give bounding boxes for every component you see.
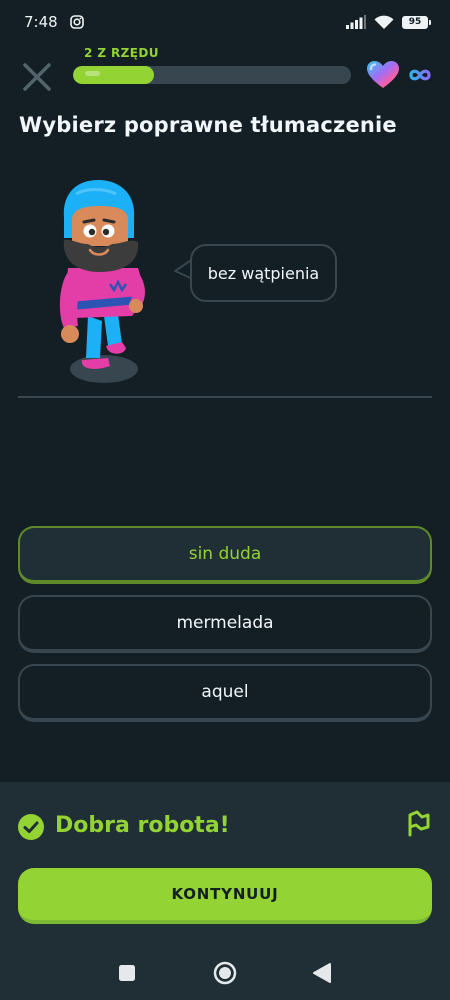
page-title: Wybierz poprawne tłumaczenie: [19, 113, 397, 137]
answer-option-aquel[interactable]: aquel: [18, 664, 432, 722]
prompt-text[interactable]: bez wątpienia: [208, 264, 319, 283]
infinity-icon: [409, 69, 431, 81]
divider: [18, 396, 432, 398]
clock: 7:48: [24, 13, 58, 31]
check-circle-icon: [18, 814, 44, 840]
wifi-icon: [374, 15, 394, 29]
system-nav-bar: [0, 950, 450, 1000]
heart-icon[interactable]: [366, 60, 400, 90]
progress-shine: [85, 71, 101, 76]
progress-fill: [73, 66, 154, 84]
close-icon[interactable]: [18, 58, 56, 96]
speech-bubble: bez wątpienia: [190, 244, 337, 302]
instagram-icon: [69, 15, 84, 29]
streak-label: 2 Z RZĘDU: [84, 46, 159, 60]
back-icon[interactable]: [312, 962, 332, 984]
status-bar: 7:48 95: [0, 0, 450, 44]
feedback-panel: Dobra robota! KONTYNUUJ: [0, 782, 450, 950]
recent-apps-icon[interactable]: [118, 964, 136, 982]
home-icon[interactable]: [213, 961, 237, 985]
signal-icon: [346, 15, 366, 29]
status-right: 95: [346, 15, 431, 30]
lesson-header: 2 Z RZĘDU: [0, 44, 450, 110]
character-illustration: [59, 180, 145, 383]
progress-bar: [73, 66, 351, 84]
answer-option-sin-duda[interactable]: sin duda: [18, 526, 432, 584]
answer-option-mermelada[interactable]: mermelada: [18, 595, 432, 653]
continue-button[interactable]: KONTYNUUJ: [18, 868, 432, 924]
status-left: 7:48: [24, 13, 84, 31]
feedback-message: Dobra robota!: [55, 813, 230, 838]
battery-icon: 95: [402, 15, 431, 29]
report-flag-icon[interactable]: [405, 809, 431, 837]
